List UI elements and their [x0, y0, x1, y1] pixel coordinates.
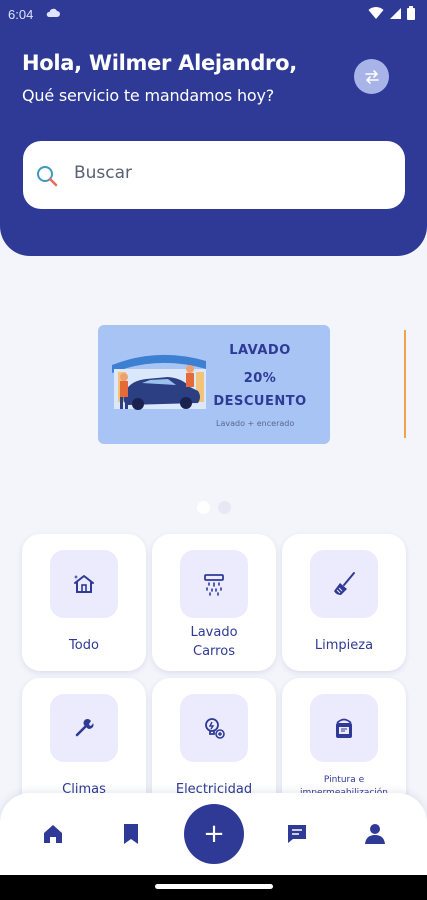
carousel-indicator: [197, 501, 231, 514]
paint-bucket-icon: [336, 718, 352, 738]
broom-icon: [334, 572, 355, 595]
category-icon-box: [50, 550, 118, 618]
category-label: Pintura e: [323, 775, 365, 785]
category-label-line2: Carros: [193, 644, 235, 659]
add-icon: +: [203, 819, 225, 849]
header: [0, 0, 427, 256]
status-time: 6:04: [8, 7, 34, 22]
nav-messages-button[interactable]: [286, 823, 308, 849]
nav-profile-button[interactable]: [364, 823, 386, 849]
home-icon: [44, 825, 62, 843]
wrench-icon: [75, 718, 94, 737]
status-bar: 6:04: [0, 0, 427, 30]
home-icon: [73, 575, 94, 593]
lightbulb-icon: [205, 718, 225, 739]
banner-discount-word: DESCUENTO: [213, 394, 307, 409]
chat-icon: [288, 825, 306, 843]
category-icon-box: [180, 550, 248, 618]
add-service-button[interactable]: +: [184, 804, 244, 864]
home-gesture-bar[interactable]: [155, 884, 273, 889]
next-banner-edge: [404, 330, 406, 438]
cloud-icon: [46, 7, 60, 21]
category-limpieza[interactable]: Limpieza: [282, 534, 406, 671]
category-todo[interactable]: Todo: [22, 534, 146, 671]
filter-button[interactable]: [354, 59, 389, 94]
nav-bookmarks-button[interactable]: [122, 823, 140, 849]
banner-title: LAVADO: [229, 343, 291, 358]
greeting-subtitle: Qué servicio te mandamos hoy?: [22, 86, 275, 105]
wifi-icon: [368, 6, 384, 23]
category-label: Todo: [69, 638, 99, 653]
greeting-title: Hola, Wilmer Alejandro,: [22, 51, 297, 75]
search-icon: [36, 165, 58, 191]
carousel-dot-active[interactable]: [197, 501, 210, 514]
promo-banner[interactable]: LAVADO 20% DESCUENTO: [98, 325, 330, 444]
category-icon-box: [50, 694, 118, 762]
swap-icon: [364, 69, 379, 84]
carousel-dot[interactable]: [218, 501, 231, 514]
category-icon-box: [180, 694, 248, 762]
banner-caption: Lavado + encerado: [216, 419, 295, 428]
category-label: Limpieza: [314, 638, 374, 653]
signal-icon: [389, 7, 402, 23]
nav-home-button[interactable]: [42, 823, 64, 849]
banner-discount: 20%: [243, 371, 277, 386]
battery-icon: [407, 6, 415, 23]
category-label: Lavado: [190, 625, 238, 640]
bookmark-icon: [124, 824, 138, 844]
profile-icon: [365, 824, 385, 844]
category-icon-box: [310, 550, 378, 618]
search-input[interactable]: [74, 163, 374, 183]
category-lavado-carros[interactable]: Lavado Carros: [152, 534, 276, 671]
category-icon-box: [310, 694, 378, 762]
shower-icon: [204, 574, 224, 596]
